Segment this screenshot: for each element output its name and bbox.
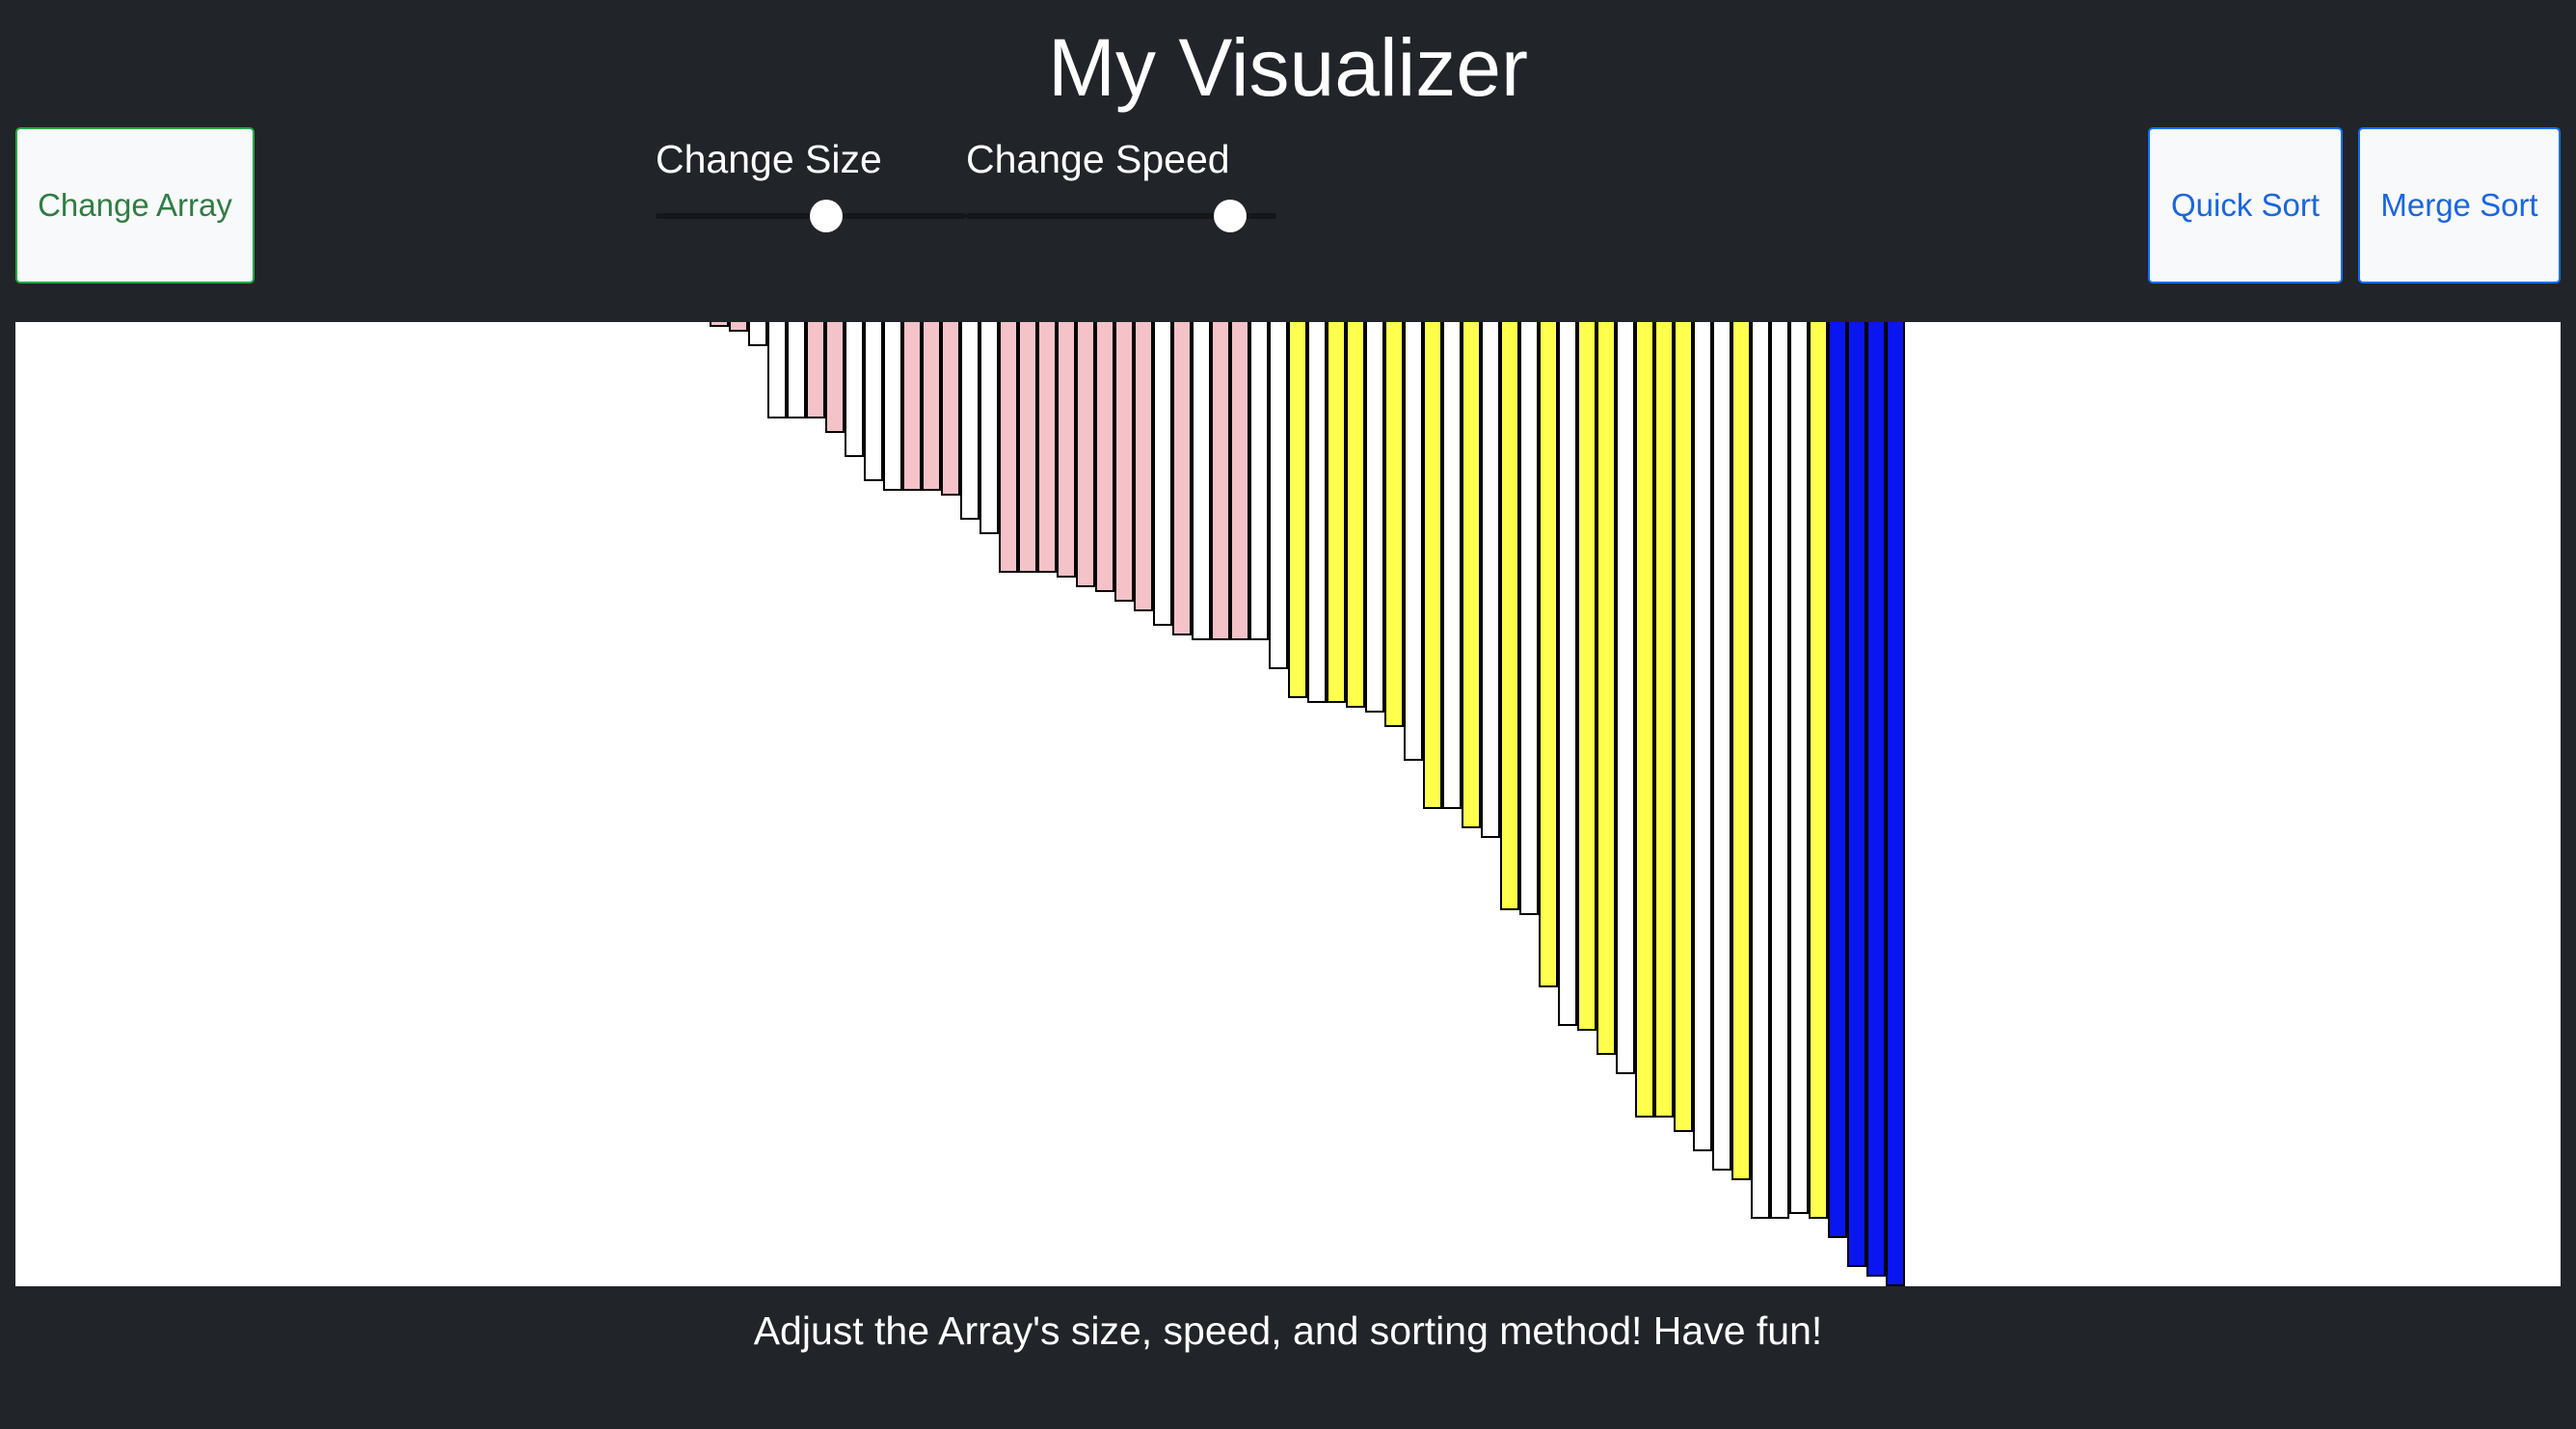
array-bar <box>787 322 806 418</box>
array-bar <box>902 322 922 491</box>
array-bar <box>1249 322 1269 640</box>
array-bar <box>1481 322 1500 838</box>
array-bar <box>1404 322 1423 761</box>
array-bar <box>999 322 1018 573</box>
size-slider-thumb[interactable] <box>810 200 844 232</box>
merge-sort-button[interactable]: Merge Sort <box>2358 127 2561 283</box>
array-bar <box>960 322 979 520</box>
array-bar <box>1654 322 1674 1118</box>
array-bar <box>1616 322 1635 1074</box>
array-bar <box>1597 322 1616 1055</box>
array-bar <box>767 322 787 418</box>
array-bar <box>1866 322 1886 1277</box>
array-bar <box>1635 322 1654 1118</box>
array-bar <box>1751 322 1770 1219</box>
array-bar <box>1018 322 1037 573</box>
array-bar <box>1307 322 1327 703</box>
array-bar <box>1288 322 1307 698</box>
array-bar <box>1346 322 1365 708</box>
array-bar <box>1828 322 1847 1238</box>
array-bar <box>1558 322 1577 1026</box>
array-bar <box>1384 322 1404 727</box>
footer-text: Adjust the Array's size, speed, and sort… <box>753 1308 1823 1353</box>
array-bar <box>1693 322 1712 1151</box>
array-bar <box>1886 322 1905 1286</box>
array-bar <box>729 322 748 332</box>
speed-slider-label: Change Speed <box>966 137 1230 181</box>
array-bar <box>1365 322 1384 713</box>
array-bar <box>710 322 729 327</box>
array-bar <box>1037 322 1057 573</box>
array-bar <box>1076 322 1095 587</box>
array-bar <box>1519 322 1539 915</box>
visualizer-page: My Visualizer Change Array Change Size C… <box>0 0 2576 1429</box>
array-bar <box>1269 322 1288 669</box>
array-bar <box>1423 322 1442 809</box>
array-bar <box>1539 322 1558 987</box>
array-bar <box>1847 322 1866 1267</box>
array-bar <box>748 322 767 346</box>
array-bar <box>825 322 845 433</box>
array-bar <box>1577 322 1597 1031</box>
array-bar <box>1211 322 1230 640</box>
array-bar <box>1230 322 1249 640</box>
array-bar <box>1114 322 1134 602</box>
array-bar <box>1327 322 1346 703</box>
page-title: My Visualizer <box>1048 22 1528 113</box>
array-bar <box>883 322 902 491</box>
array-bar <box>1462 322 1481 828</box>
array-bar <box>1731 322 1751 1180</box>
array-bar <box>1442 322 1462 809</box>
array-bar <box>1172 322 1192 635</box>
array-bars-canvas <box>15 322 2561 1286</box>
array-bar <box>1770 322 1789 1219</box>
array-bar <box>806 322 825 418</box>
array-bar <box>1712 322 1731 1171</box>
array-bar <box>845 322 864 457</box>
array-bar <box>1057 322 1076 578</box>
quick-sort-button[interactable]: Quick Sort <box>2148 127 2343 283</box>
array-bar <box>1153 322 1172 626</box>
array-bar <box>1500 322 1519 910</box>
array-bar <box>1095 322 1114 592</box>
array-bar <box>1134 322 1153 611</box>
array-bar <box>1192 322 1211 640</box>
array-bar <box>1809 322 1828 1219</box>
speed-slider-thumb[interactable] <box>1213 200 1247 232</box>
array-bar <box>922 322 941 491</box>
array-bar <box>979 322 999 534</box>
array-bar <box>1789 322 1809 1214</box>
change-array-button[interactable]: Change Array <box>15 127 255 283</box>
array-bar <box>1674 322 1693 1132</box>
size-slider-label: Change Size <box>656 137 882 181</box>
array-bar <box>941 322 960 496</box>
array-bar <box>864 322 883 481</box>
